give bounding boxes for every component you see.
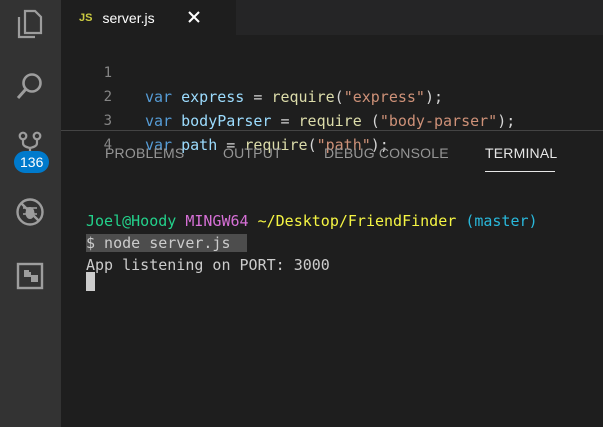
panel-tabs: PROBLEMS OUTPUT DEBUG CONSOLE TERMINAL xyxy=(61,131,603,176)
js-file-icon: JS xyxy=(79,11,93,24)
no-bug-icon[interactable] xyxy=(12,194,48,230)
search-icon[interactable] xyxy=(12,68,48,104)
function-call: require xyxy=(271,88,335,106)
identifier: bodyParser xyxy=(181,112,272,130)
prompt-system: MINGW64 xyxy=(185,212,249,230)
terminal-command: $ node server.js xyxy=(86,234,247,252)
tab-problems[interactable]: PROBLEMS xyxy=(105,145,184,161)
punct: ); xyxy=(497,112,516,130)
identifier: express xyxy=(181,88,245,106)
prompt-user-host: Joel@Hoody xyxy=(86,212,177,230)
prompt-path: ~/Desktop/FriendFinder xyxy=(257,212,457,230)
code-line: 2 var bodyParser = require ("body-parser… xyxy=(61,61,516,130)
active-tab-indicator xyxy=(485,171,555,172)
tab-title: server.js xyxy=(102,9,155,26)
keyword: var xyxy=(145,88,173,106)
code-editor[interactable]: 1 var express = require("express"); 2 va… xyxy=(61,35,603,154)
punct: ); xyxy=(424,88,444,106)
operator: = xyxy=(244,88,272,106)
tab-output[interactable]: OUTPUT xyxy=(223,145,282,161)
source-control-badge: 136 xyxy=(14,151,50,173)
tab-terminal[interactable]: TERMINAL xyxy=(485,145,557,161)
function-call: require xyxy=(298,112,362,130)
terminal[interactable]: Joel@Hoody MINGW64 ~/Desktop/FriendFinde… xyxy=(61,176,603,427)
string-literal: "express" xyxy=(343,88,425,106)
editor-tabs: JS server.js xyxy=(61,0,603,35)
tab-server-js[interactable]: JS server.js xyxy=(61,0,236,35)
activity-bar: 136 xyxy=(0,0,61,427)
keyword: var xyxy=(145,112,173,130)
code-line: 1 var express = require("express"); xyxy=(61,37,443,106)
code-line: 3 var path = require("path"); xyxy=(61,85,389,154)
files-icon[interactable] xyxy=(12,6,48,42)
prompt-branch: (master) xyxy=(465,212,538,230)
terminal-output-line: App listening on PORT: 3000 xyxy=(86,256,330,274)
operator: = xyxy=(271,112,299,130)
terminal-command-line: $ node server.js xyxy=(86,232,247,254)
terminal-prompt-line: Joel@Hoody MINGW64 ~/Desktop/FriendFinde… xyxy=(86,210,538,232)
terminal-cursor xyxy=(86,272,95,291)
string-literal: "body-parser" xyxy=(379,112,498,130)
punct: ( xyxy=(361,112,380,130)
extensions-icon[interactable] xyxy=(12,258,48,294)
tab-debug-console[interactable]: DEBUG CONSOLE xyxy=(324,145,449,161)
punct: ( xyxy=(334,88,344,106)
close-icon[interactable] xyxy=(185,8,203,26)
